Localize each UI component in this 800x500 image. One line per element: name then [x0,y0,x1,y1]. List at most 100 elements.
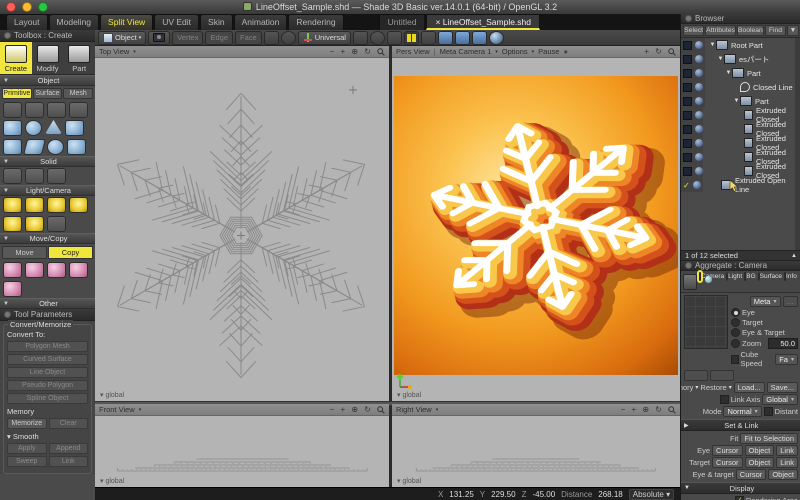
doc-tab-untitled[interactable]: Untitled [379,14,426,30]
pause-button[interactable]: Pause [538,47,559,56]
doc-tab-active[interactable]: × LineOffset_Sample.shd [426,14,540,30]
tab-skin[interactable]: Skin [200,14,233,30]
distant-light-icon[interactable] [47,197,66,213]
shear-tool-icon[interactable] [3,281,22,297]
render-toggle[interactable] [695,41,703,49]
aggregate-tab-surface[interactable]: Surface [758,273,782,280]
browser-tab-attributes[interactable]: Attributes [705,25,736,36]
viewport-zoom-controls[interactable]: + ↻ [644,47,664,56]
aggregate-tab-bg[interactable]: BG [744,273,755,280]
pers-view-label[interactable]: Pers View [396,47,430,56]
fit-to-selection-button[interactable]: Fit to Selection [740,433,798,444]
marquee-select-icon[interactable] [264,31,279,45]
single-view-icon[interactable] [438,31,453,45]
other-section-header[interactable]: ▼Other [0,298,95,309]
aggregate-tab-info[interactable]: Info [784,273,797,280]
wireframe-toggle-icon[interactable] [421,31,436,45]
subtab-mesh[interactable]: Mesh [63,88,93,99]
vertex-mode-button[interactable]: Vertex [172,31,203,45]
tree-row-closed-line[interactable]: Closed Line [681,80,795,94]
movecopy-section-header[interactable]: ▼Move/Copy [0,233,95,244]
visibility-toggle[interactable] [683,55,692,64]
convert-line-object-button[interactable]: Line Object [7,367,88,378]
browser-tab-boolean[interactable]: Boolean [737,25,764,36]
tab-split-view[interactable]: Split View [100,14,153,30]
eye-link-button[interactable]: Link [776,445,798,456]
cylinder-primitive-icon[interactable] [3,139,22,155]
point-light-icon[interactable] [3,197,22,213]
target-radio[interactable] [731,318,740,327]
eye-target-radio[interactable] [731,328,740,337]
polyline-tool-icon[interactable] [3,102,22,118]
pers-viewport-canvas[interactable]: ▾ global [392,58,680,401]
target-object-button[interactable]: Object [745,457,775,468]
front-viewport-canvas[interactable]: ▾ global [95,416,389,487]
tree-row-part[interactable]: ▼Part [681,66,795,80]
zoom-radio[interactable] [731,339,740,348]
grid-snap-icon[interactable] [404,31,419,45]
options-dropdown[interactable]: Options [502,47,528,56]
restore-dropdown[interactable]: Restore [700,383,726,392]
camera-mode-button[interactable] [148,31,170,45]
quad-view-icon[interactable] [455,31,470,45]
wedge-primitive-icon[interactable] [65,120,84,136]
collapse-arrow-icon[interactable]: ▲ [791,253,797,259]
eye-object-button[interactable]: Object [745,445,775,456]
magnifier-icon[interactable] [377,406,385,414]
render-toggle[interactable] [693,181,701,189]
visibility-toggle[interactable] [683,111,692,120]
ramp-primitive-icon[interactable] [23,139,46,155]
linear-light-icon[interactable] [3,216,22,232]
tree-row-root-part[interactable]: ▼Root Part [681,38,795,52]
render-toggle[interactable] [695,69,703,77]
cube-small-primitive-icon[interactable] [67,139,86,155]
visibility-toggle[interactable] [683,125,692,134]
sphere-primitive-icon[interactable] [25,120,42,136]
eye-cursor-button[interactable]: Cursor [712,445,743,456]
viewport-zoom-controls[interactable]: − + ⊕ ↻ [330,405,373,414]
expand-arrow-icon[interactable]: ▼ [705,42,716,48]
translate-tool-icon[interactable] [3,262,22,278]
cone-primitive-icon[interactable] [45,120,62,134]
preview-prev-button[interactable] [684,370,708,381]
mirror-tool-icon[interactable] [69,262,88,278]
distant-checkbox[interactable] [764,407,773,416]
right-viewport-canvas[interactable]: ▾ global [392,416,680,487]
render-toggle[interactable] [695,125,703,133]
link-axis-checkbox[interactable] [720,395,729,404]
convert-spline-object-button[interactable]: Spline Object [7,393,88,404]
render-toggle[interactable] [695,97,703,105]
smooth-append-button[interactable]: Append [49,443,89,454]
target-link-button[interactable]: Link [776,457,798,468]
render-toggle[interactable] [695,83,703,91]
browser-tab-find[interactable]: Find [765,25,786,36]
memorize-button[interactable]: Memorize [7,418,47,429]
object-mode-button[interactable]: Object ▾ [98,31,146,45]
move-button[interactable]: Move [2,246,47,259]
toolbox-tab-part[interactable]: Part [63,42,95,74]
visibility-toggle[interactable] [683,167,692,176]
scale-tool-icon[interactable] [47,262,66,278]
render-toggle[interactable] [695,55,703,63]
universal-manipulator-button[interactable]: Universal [298,31,351,45]
display-section-header[interactable]: ▼Display [681,482,800,494]
yellow-check-icon[interactable]: ✓ [683,182,690,189]
front-axis-label[interactable]: ▾ global [100,477,124,485]
expand-arrow-icon[interactable]: ▼ [705,98,740,104]
solid-section-header[interactable]: ▼Solid [0,156,95,167]
meta-dropdown[interactable]: Meta▾ [750,296,781,307]
convert-pseudo-polygon-button[interactable]: Pseudo Polygon [7,380,88,391]
disk-primitive-icon[interactable] [47,139,64,155]
panel-dot-icon[interactable] [4,311,11,318]
rect-tool-icon[interactable] [47,102,66,118]
memory-dropdown[interactable]: Memory [681,383,693,392]
eyetarget-object-button[interactable]: Object [768,469,798,480]
object-section-header[interactable]: ▼Object [0,75,95,86]
top-view-label[interactable]: Top View [99,47,129,56]
tab-layout[interactable]: Layout [6,14,48,30]
zoom-value-field[interactable]: 50.0 [768,338,798,349]
tree-row-extruded-open-line[interactable]: ✓Extruded Open Line [681,178,795,192]
toolbox-tab-create[interactable]: Create [0,42,32,74]
front-view-label[interactable]: Front View [99,405,135,414]
expand-arrow-icon[interactable]: ▼ [705,70,732,76]
